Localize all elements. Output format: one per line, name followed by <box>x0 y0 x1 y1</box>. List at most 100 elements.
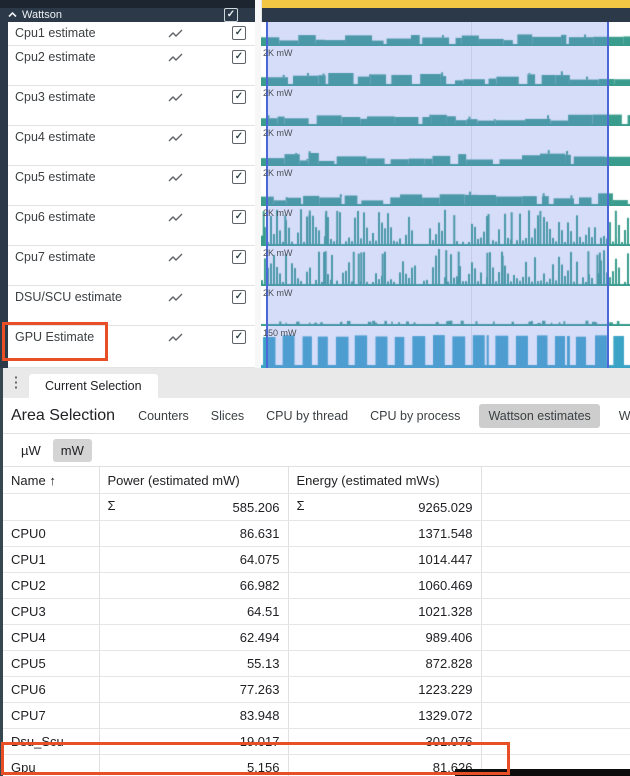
cell-name: CPU6 <box>3 677 99 703</box>
subtab-wattson-by[interactable]: Wattson by <box>619 409 630 423</box>
track-checkbox[interactable]: ✓ <box>232 130 246 144</box>
track-checkbox[interactable]: ✓ <box>232 330 246 344</box>
track-group-header[interactable]: Wattson ✓ <box>0 8 255 22</box>
table-row-cpu4[interactable]: CPU462.494989.406 <box>3 625 630 651</box>
timeline-header-spacer <box>261 8 630 22</box>
cell-name: CPU4 <box>3 625 99 651</box>
cell-power: 77.263 <box>99 677 288 703</box>
unit-button-mw[interactable]: mW <box>53 439 92 462</box>
track-row-cpu1-estimate[interactable]: Cpu1 estimate ✓ <box>8 22 255 46</box>
track-name-panel: Cpu1 estimate✓Cpu2 estimate✓Cpu3 estimat… <box>8 22 255 368</box>
track-scale-label: 2K mW <box>263 208 293 218</box>
annotation-box-gpu-track <box>2 322 108 361</box>
track-row-cpu2-estimate[interactable]: Cpu2 estimate✓ <box>8 46 255 86</box>
subtab-cpu-by-process[interactable]: CPU by process <box>370 409 460 423</box>
table-header-row: Name ↑ Power (estimated mW) Energy (esti… <box>3 467 630 494</box>
drag-handle-icon[interactable]: ⋮ <box>3 373 29 398</box>
cell-empty <box>481 573 630 599</box>
track-row-cpu4-estimate[interactable]: Cpu4 estimate ✓ <box>8 126 255 166</box>
details-panel: ⋮ Current Selection Area Selection Count… <box>0 368 630 776</box>
track-checkbox[interactable]: ✓ <box>232 250 246 264</box>
cell-name: CPU5 <box>3 651 99 677</box>
table-row-cpu2[interactable]: CPU266.9821060.469 <box>3 573 630 599</box>
track-label: Cpu3 estimate <box>15 90 96 104</box>
group-title: Wattson <box>22 9 62 21</box>
track-scale-label: 2K mW <box>263 48 293 58</box>
track-checkbox[interactable]: ✓ <box>232 26 246 40</box>
cell-empty <box>481 703 630 729</box>
sparkline-icon <box>168 212 183 226</box>
cell-power: 86.631 <box>99 521 288 547</box>
subtab-cpu-by-thread[interactable]: CPU by thread <box>266 409 348 423</box>
track-scale-label: 2K mW <box>263 128 293 138</box>
track-label: DSU/SCU estimate <box>15 290 122 304</box>
table-row-cpu1[interactable]: CPU164.0751014.447 <box>3 547 630 573</box>
table-row-cpu7[interactable]: CPU783.9481329.072 <box>3 703 630 729</box>
cell-empty <box>481 547 630 573</box>
cell-energy: 989.406 <box>288 625 481 651</box>
cell-energy: 1014.447 <box>288 547 481 573</box>
cell-power: 83.948 <box>99 703 288 729</box>
cell-name: CPU3 <box>3 599 99 625</box>
track-label: Cpu7 estimate <box>15 250 96 264</box>
selection-overlay[interactable] <box>266 22 609 368</box>
track-row-cpu6-estimate[interactable]: Cpu6 estimate ✓ <box>8 206 255 246</box>
table-row-cpu5[interactable]: CPU555.13872.828 <box>3 651 630 677</box>
track-row-cpu3-estimate[interactable]: Cpu3 estimate ✓ <box>8 86 255 126</box>
cell-name: CPU2 <box>3 573 99 599</box>
track-checkbox[interactable]: ✓ <box>232 170 246 184</box>
chevron-up-icon[interactable] <box>8 12 17 18</box>
cell-name: CPU7 <box>3 703 99 729</box>
minimap-overview-bar[interactable] <box>261 0 630 8</box>
tab-current-selection[interactable]: Current Selection <box>29 374 158 398</box>
cell-name: CPU0 <box>3 521 99 547</box>
track-scale-label: 2K mW <box>263 288 293 298</box>
details-tabstrip: ⋮ Current Selection <box>3 368 630 398</box>
column-header-empty <box>481 467 630 494</box>
cell-empty <box>481 625 630 651</box>
cell-name: CPU1 <box>3 547 99 573</box>
table-row-cpu6[interactable]: CPU677.2631223.229 <box>3 677 630 703</box>
track-chart-area[interactable]: 2K mW2K mW2K mW2K mW2K mW2K mW2K mW150 m… <box>261 22 630 368</box>
unit-button-µw[interactable]: µW <box>13 439 49 462</box>
sparkline-icon <box>168 28 183 42</box>
track-checkbox[interactable]: ✓ <box>232 90 246 104</box>
track-checkbox[interactable]: ✓ <box>232 210 246 224</box>
sparkline-icon <box>168 92 183 106</box>
track-label: Cpu5 estimate <box>15 170 96 184</box>
sparkline-icon <box>168 132 183 146</box>
sparkline-icon <box>168 52 183 66</box>
selection-subtabs: Area Selection CountersSlicesCPU by thre… <box>3 398 630 434</box>
track-checkbox[interactable]: ✓ <box>232 50 246 64</box>
column-header-name[interactable]: Name ↑ <box>3 467 99 494</box>
track-checkbox[interactable]: ✓ <box>232 290 246 304</box>
subtab-counters[interactable]: Counters <box>138 409 189 423</box>
wattson-table: Name ↑ Power (estimated mW) Energy (esti… <box>3 466 630 776</box>
cell-energy: 1329.072 <box>288 703 481 729</box>
column-header-power[interactable]: Power (estimated mW) <box>99 467 288 494</box>
track-row-dsu-scu-estimate[interactable]: DSU/SCU estimate ✓ <box>8 286 255 326</box>
sigma-icon: Σ <box>108 498 116 513</box>
cell-empty <box>481 677 630 703</box>
cell-energy: 872.828 <box>288 651 481 677</box>
track-scale-label: 150 mW <box>263 328 297 338</box>
total-power: 585.206 <box>233 500 280 515</box>
track-label: Cpu6 estimate <box>15 210 96 224</box>
track-label: Cpu1 estimate <box>15 26 96 40</box>
track-label: Cpu4 estimate <box>15 130 96 144</box>
subtab-wattson-estimates[interactable]: Wattson estimates <box>479 404 599 428</box>
sort-arrow-icon: ↑ <box>49 473 56 488</box>
track-row-cpu7-estimate[interactable]: Cpu7 estimate ✓ <box>8 246 255 286</box>
column-header-energy[interactable]: Energy (estimated mWs) <box>288 467 481 494</box>
track-row-cpu5-estimate[interactable]: Cpu5 estimate ✓ <box>8 166 255 206</box>
cell-empty <box>481 651 630 677</box>
track-scale-label: 2K mW <box>263 248 293 258</box>
cell-energy: 1021.328 <box>288 599 481 625</box>
table-row-cpu3[interactable]: CPU364.511021.328 <box>3 599 630 625</box>
subtab-slices[interactable]: Slices <box>211 409 244 423</box>
group-checkbox[interactable]: ✓ <box>224 8 238 22</box>
cell-power: 62.494 <box>99 625 288 651</box>
group-left-strip[interactable] <box>0 22 8 368</box>
table-row-cpu0[interactable]: CPU086.6311371.548 <box>3 521 630 547</box>
sparkline-icon <box>168 292 183 306</box>
